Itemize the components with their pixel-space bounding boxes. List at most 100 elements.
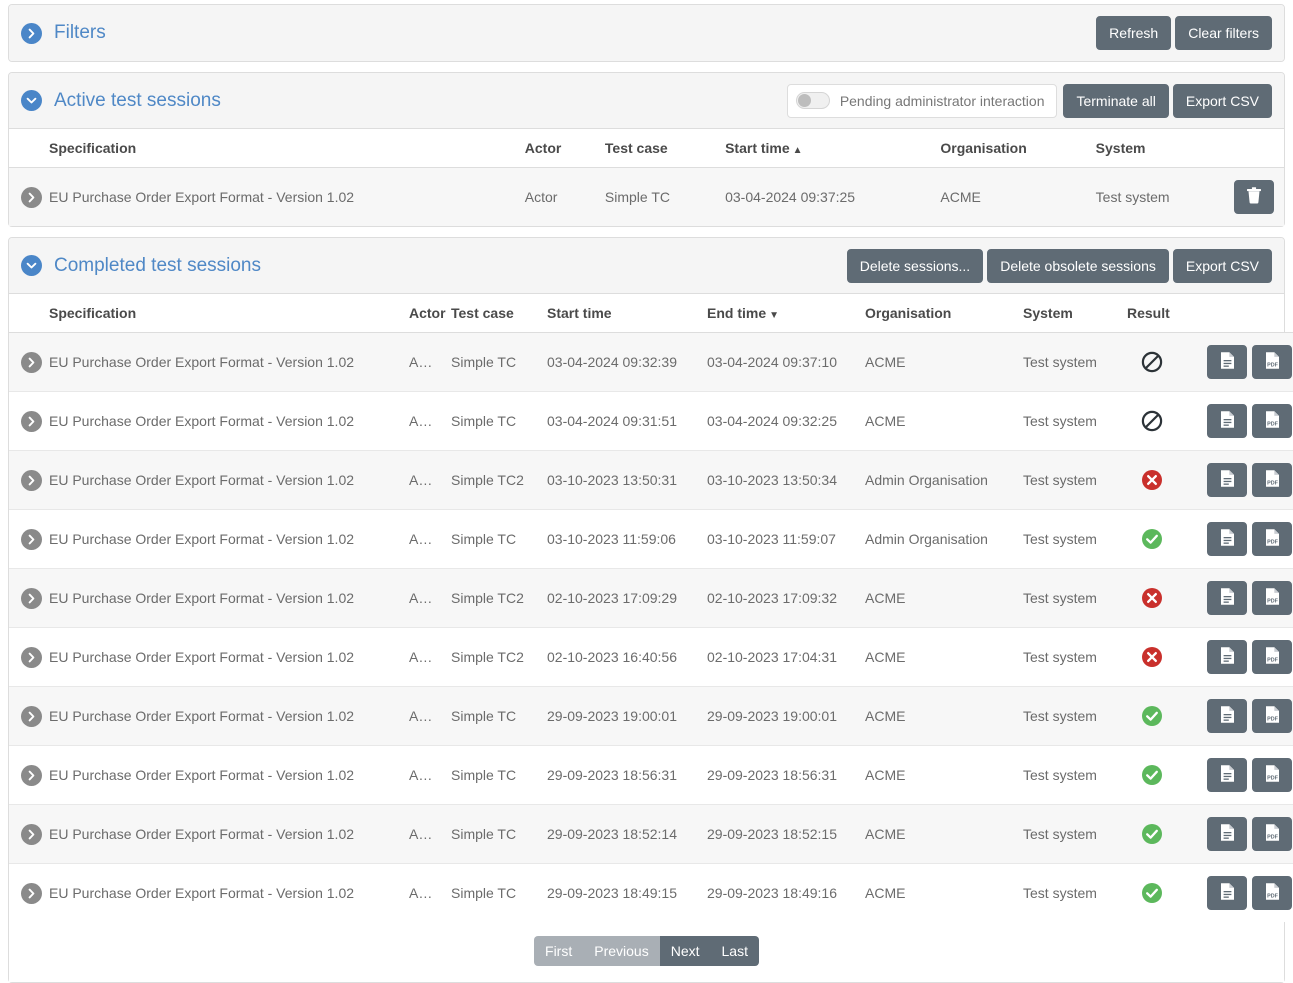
download-pdf-button[interactable]: PDF: [1252, 876, 1292, 910]
pdf-document-icon: PDF: [1264, 351, 1281, 373]
col-system[interactable]: System: [1089, 129, 1220, 168]
view-report-button[interactable]: [1207, 758, 1247, 792]
pagination-previous-button: Previous: [583, 936, 660, 966]
row-expand-cell[interactable]: [9, 168, 43, 227]
row-expand-cell[interactable]: [9, 568, 43, 628]
cell-actor: Actor: [403, 804, 445, 864]
row-expand-cell[interactable]: [9, 745, 43, 805]
view-report-button[interactable]: [1207, 876, 1247, 910]
view-report-button[interactable]: [1207, 699, 1247, 733]
chevron-down-icon[interactable]: [21, 90, 42, 111]
row-expand-cell[interactable]: [9, 627, 43, 687]
download-pdf-button[interactable]: PDF: [1252, 345, 1292, 379]
chevron-right-icon[interactable]: [21, 646, 42, 668]
view-report-button[interactable]: [1207, 404, 1247, 438]
table-row[interactable]: EU Purchase Order Export Format - Versio…: [9, 745, 1293, 805]
active-export-csv-button[interactable]: Export CSV: [1172, 83, 1272, 118]
col-specification[interactable]: Specification: [43, 294, 403, 333]
col-organisation[interactable]: Organisation: [859, 294, 1017, 333]
download-pdf-button[interactable]: PDF: [1252, 758, 1292, 792]
report-document-icon: [1219, 351, 1236, 373]
delete-obsolete-sessions-button[interactable]: Delete obsolete sessions: [987, 248, 1169, 283]
chevron-right-icon[interactable]: [21, 22, 42, 44]
table-row[interactable]: EU Purchase Order Export Format - Versio…: [9, 686, 1293, 746]
table-row[interactable]: EU Purchase Order Export Format - Versio…: [9, 804, 1293, 864]
chevron-right-icon[interactable]: [21, 705, 42, 727]
delete-session-button[interactable]: [1234, 180, 1274, 214]
row-expand-cell[interactable]: [9, 450, 43, 510]
col-end-time[interactable]: End time ▼: [701, 294, 859, 333]
col-start-time[interactable]: Start time ▲: [719, 129, 935, 168]
chevron-right-icon[interactable]: [21, 764, 42, 786]
chevron-right-icon[interactable]: [21, 351, 42, 373]
table-row[interactable]: EU Purchase Order Export Format - Versio…: [9, 863, 1293, 923]
view-report-button[interactable]: [1207, 640, 1247, 674]
cell-test-case: Simple TC: [445, 804, 541, 864]
active-panel-header[interactable]: Active test sessions Pending administrat…: [9, 73, 1284, 129]
view-report-button[interactable]: [1207, 581, 1247, 615]
table-row[interactable]: EU Purchase Order Export Format - Versio…: [9, 627, 1293, 687]
download-pdf-button[interactable]: PDF: [1252, 463, 1292, 497]
view-report-button[interactable]: [1207, 817, 1247, 851]
chevron-right-icon[interactable]: [21, 410, 42, 432]
download-pdf-button[interactable]: PDF: [1252, 640, 1292, 674]
download-pdf-button[interactable]: PDF: [1252, 817, 1292, 851]
pending-admin-interaction-toggle[interactable]: Pending administrator interaction: [786, 83, 1058, 118]
chevron-right-icon[interactable]: [21, 882, 42, 904]
filters-panel-header[interactable]: Filters Refresh Clear filters: [9, 5, 1284, 61]
col-start-time[interactable]: Start time: [541, 294, 701, 333]
completed-panel-header[interactable]: Completed test sessions Delete sessions.…: [9, 238, 1284, 294]
svg-text:PDF: PDF: [1267, 776, 1278, 782]
view-report-button[interactable]: [1207, 463, 1247, 497]
cell-specification: EU Purchase Order Export Format - Versio…: [43, 686, 403, 746]
delete-sessions-button[interactable]: Delete sessions...: [846, 248, 984, 283]
pagination-next-button[interactable]: Next: [659, 936, 711, 966]
pagination-last-button[interactable]: Last: [710, 936, 759, 966]
row-expand-cell[interactable]: [9, 509, 43, 569]
table-row[interactable]: EU Purchase Order Export Format - Versio…: [9, 509, 1293, 569]
chevron-down-icon[interactable]: [21, 255, 42, 276]
table-row[interactable]: EU Purchase Order Export Format - Versio…: [9, 568, 1293, 628]
view-report-button[interactable]: [1207, 522, 1247, 556]
pagination-controls[interactable]: First Previous Next Last: [534, 936, 759, 966]
clear-filters-button[interactable]: Clear filters: [1175, 16, 1272, 50]
table-row[interactable]: EU Purchase Order Export Format - Versio…: [9, 332, 1293, 392]
download-pdf-button[interactable]: PDF: [1252, 581, 1292, 615]
row-expand-cell[interactable]: [9, 804, 43, 864]
table-row[interactable]: EU Purchase Order Export Format - Versio…: [9, 167, 1284, 227]
expand-column-header: [9, 129, 44, 168]
download-pdf-button[interactable]: PDF: [1252, 522, 1292, 556]
row-expand-cell[interactable]: [9, 864, 43, 923]
chevron-right-icon[interactable]: [21, 823, 42, 845]
col-actor[interactable]: Actor: [403, 294, 446, 333]
sort-descending-icon: ▼: [769, 310, 780, 321]
col-actor[interactable]: Actor: [518, 129, 599, 168]
view-report-button[interactable]: [1207, 345, 1247, 379]
pdf-document-icon: PDF: [1264, 469, 1281, 491]
refresh-button[interactable]: Refresh: [1096, 16, 1172, 50]
download-pdf-button[interactable]: PDF: [1252, 404, 1292, 438]
cell-start-time: 03-04-2024 09:32:39: [541, 332, 701, 392]
completed-export-csv-button[interactable]: Export CSV: [1172, 248, 1272, 283]
col-organisation[interactable]: Organisation: [934, 129, 1090, 168]
row-expand-cell[interactable]: [9, 332, 43, 392]
toggle-switch-icon[interactable]: [795, 92, 830, 109]
cell-end-time: 03-04-2024 09:32:25: [701, 391, 859, 451]
chevron-right-icon[interactable]: [21, 587, 42, 609]
table-row[interactable]: EU Purchase Order Export Format - Versio…: [9, 450, 1293, 510]
col-specification[interactable]: Specification: [43, 129, 519, 168]
terminate-all-button[interactable]: Terminate all: [1063, 83, 1169, 118]
col-system[interactable]: System: [1017, 294, 1121, 333]
col-test-case[interactable]: Test case: [598, 129, 720, 168]
chevron-right-icon[interactable]: [21, 469, 42, 491]
col-result[interactable]: Result: [1121, 294, 1183, 333]
download-pdf-button[interactable]: PDF: [1252, 699, 1292, 733]
chevron-right-icon[interactable]: [21, 186, 42, 208]
chevron-right-icon[interactable]: [21, 528, 42, 550]
cell-actions: PDF: [1183, 745, 1293, 805]
col-test-case[interactable]: Test case: [445, 294, 541, 333]
row-expand-cell[interactable]: [9, 391, 43, 451]
table-row[interactable]: EU Purchase Order Export Format - Versio…: [9, 391, 1293, 451]
row-expand-cell[interactable]: [9, 686, 43, 746]
cell-system: Test system: [1017, 568, 1121, 628]
